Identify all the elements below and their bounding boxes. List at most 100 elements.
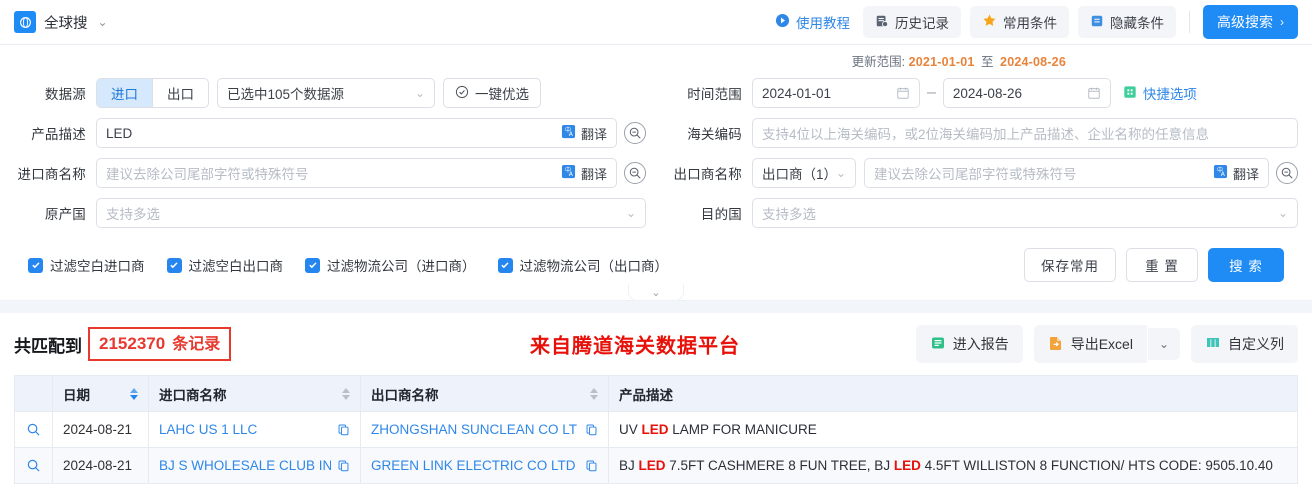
search-icon[interactable] xyxy=(16,422,52,437)
datasource-import-tab[interactable]: 进口 xyxy=(97,79,152,107)
save-preset-button[interactable]: 保存常用 xyxy=(1024,248,1116,282)
history-button[interactable]: 历史记录 xyxy=(863,6,961,38)
hidden-conditions-button[interactable]: 隐藏条件 xyxy=(1078,6,1176,38)
column-importer[interactable]: 进口商名称 xyxy=(148,375,361,412)
start-date-input[interactable]: 2024-01-01 xyxy=(752,78,920,108)
filter-blank-exporter-label: 过滤空白出口商 xyxy=(188,259,284,274)
row-search-cell[interactable] xyxy=(14,447,53,484)
datasource-select[interactable]: 已选中105个数据源 ⌄ xyxy=(217,78,435,108)
export-excel-split-button: 导出Excel ⌄ xyxy=(1033,325,1180,363)
copy-icon[interactable] xyxy=(585,423,598,436)
brand[interactable]: 全球搜 ⌄ xyxy=(14,11,108,33)
report-icon xyxy=(930,335,946,354)
match-summary: 共匹配到 2152370 条记录 xyxy=(14,327,232,361)
column-description-label: 产品描述 xyxy=(619,387,673,403)
section-divider xyxy=(0,301,1312,313)
datasource-export-tab[interactable]: 出口 xyxy=(152,79,208,107)
copy-icon[interactable] xyxy=(585,459,598,472)
product-desc-value: LED xyxy=(106,125,133,141)
filter-logistics-importer[interactable]: 过滤物流公司（进口商） xyxy=(305,255,476,275)
panel-collapse-area: ⌄ xyxy=(0,284,1312,301)
product-desc-input[interactable]: LED 中A 翻译 xyxy=(96,118,617,148)
datasource-direction-toggle[interactable]: 进口 出口 xyxy=(96,78,209,108)
sort-toggle-date[interactable] xyxy=(130,387,138,400)
importer-row: 进口商名称 建议去除公司尾部字符或特殊符号 中A 翻译 xyxy=(14,153,646,193)
copy-icon[interactable] xyxy=(337,423,350,436)
desc-mid: LAMP FOR MANICURE xyxy=(668,422,817,437)
enter-report-button[interactable]: 进入报告 xyxy=(915,325,1023,363)
sort-toggle-importer[interactable] xyxy=(342,387,350,400)
one-click-optimize-button[interactable]: 一键优选 xyxy=(443,78,541,108)
row-exporter-name[interactable]: GREEN LINK ELECTRIC CO LTD xyxy=(371,458,579,473)
results-table: 日期 进口商名称 出口商名称 产品描述 2024-08-21 LAHC US 1… xyxy=(14,375,1298,484)
zoom-out-icon[interactable] xyxy=(1276,162,1298,184)
datasource-row: 数据源 进口 出口 已选中105个数据源 ⌄ 一键优选 xyxy=(14,73,646,113)
origin-country-row: 原产国 支持多选 ⌄ xyxy=(14,193,646,233)
calendar-icon xyxy=(896,86,910,100)
column-date[interactable]: 日期 xyxy=(52,375,149,412)
row-exporter-cell[interactable]: GREEN LINK ELECTRIC CO LTD xyxy=(360,447,609,484)
copy-icon[interactable] xyxy=(337,459,350,472)
export-options-caret[interactable]: ⌄ xyxy=(1147,328,1180,360)
quick-options-button[interactable]: 快捷选项 xyxy=(1123,83,1197,103)
search-button[interactable]: 搜 索 xyxy=(1208,248,1284,282)
row-description-cell: BJ LED 7.5FT CASHMERE 8 FUN TREE, BJ LED… xyxy=(608,447,1298,484)
filter-blank-exporter[interactable]: 过滤空白出口商 xyxy=(166,255,284,275)
chevron-down-icon: ⌄ xyxy=(414,86,425,100)
row-description-cell: UV LED LAMP FOR MANICURE xyxy=(608,411,1298,448)
table-row[interactable]: 2024-08-21 BJ S WHOLESALE CLUB INC GREEN… xyxy=(14,447,1298,484)
search-panel: 更新范围: 2021-01-01 至 2024-08-26 数据源 进口 出口 … xyxy=(0,45,1312,285)
tutorial-label: 使用教程 xyxy=(796,16,850,31)
tutorial-link[interactable]: 使用教程 xyxy=(771,7,854,37)
toolbar-divider xyxy=(1189,11,1190,33)
export-excel-button[interactable]: 导出Excel xyxy=(1033,325,1147,363)
play-circle-icon xyxy=(775,13,790,31)
chevron-down-icon: ⌄ xyxy=(651,286,661,299)
datasource-label: 数据源 xyxy=(44,87,86,102)
row-search-cell[interactable] xyxy=(14,411,53,448)
filter-blank-importer[interactable]: 过滤空白进口商 xyxy=(28,255,145,275)
advanced-search-button[interactable]: 高级搜索 › xyxy=(1203,5,1298,39)
sort-toggle-exporter[interactable] xyxy=(590,387,598,400)
row-importer-cell[interactable]: BJ S WHOLESALE CLUB INC xyxy=(148,447,361,484)
origin-country-placeholder: 支持多选 xyxy=(106,207,160,222)
hs-code-input[interactable]: 支持4位以上海关编码，或2位海关编码加上产品描述、企业名称的任意信息 xyxy=(752,118,1298,148)
row-importer-cell[interactable]: LAHC US 1 LLC xyxy=(148,411,361,448)
desc-keyword: LED xyxy=(641,422,669,437)
zoom-out-icon[interactable] xyxy=(624,122,646,144)
row-importer-name[interactable]: BJ S WHOLESALE CLUB INC xyxy=(159,458,331,473)
product-desc-translate-button[interactable]: 中A 翻译 xyxy=(553,124,607,143)
update-range-separator: 至 xyxy=(981,55,994,69)
importer-translate-button[interactable]: 中A 翻译 xyxy=(553,164,607,183)
table-head: 日期 进口商名称 出口商名称 产品描述 xyxy=(14,375,1298,412)
row-importer-name[interactable]: LAHC US 1 LLC xyxy=(159,422,331,437)
zoom-out-icon[interactable] xyxy=(624,162,646,184)
watermark-text: 来自腾道海关数据平台 xyxy=(530,333,740,358)
trade-search-page: 全球搜 ⌄ 使用教程 历史记录 常用条件 隐藏条件 高级搜索 › 更新范围: 2… xyxy=(0,0,1312,503)
custom-columns-button[interactable]: 自定义列 xyxy=(1191,325,1298,363)
origin-country-label: 原产国 xyxy=(44,207,86,222)
dest-country-select[interactable]: 支持多选 ⌄ xyxy=(752,198,1298,228)
filter-logistics-exporter[interactable]: 过滤物流公司（出口商） xyxy=(497,255,668,275)
table-row[interactable]: 2024-08-21 LAHC US 1 LLC ZHONGSHAN SUNCL… xyxy=(14,411,1298,448)
results-table-wrap: 日期 进口商名称 出口商名称 产品描述 2024-08-21 LAHC US 1… xyxy=(0,375,1312,484)
row-exporter-cell[interactable]: ZHONGSHAN SUNCLEAN CO LT xyxy=(360,411,609,448)
column-exporter[interactable]: 出口商名称 xyxy=(360,375,609,412)
exporter-input[interactable]: 建议去除公司尾部字符或特殊符号 中A 翻译 xyxy=(864,158,1269,188)
exporter-translate-button[interactable]: 中A 翻译 xyxy=(1205,164,1259,183)
exporter-placeholder: 建议去除公司尾部字符或特殊符号 xyxy=(874,167,1077,182)
collapse-panel-button[interactable]: ⌄ xyxy=(628,284,684,301)
desc-pre: UV xyxy=(619,422,642,437)
end-date-input[interactable]: 2024-08-26 xyxy=(942,78,1111,108)
collapse-panel-icon xyxy=(1090,14,1104,31)
product-desc-translate-label: 翻译 xyxy=(580,126,607,142)
importer-input[interactable]: 建议去除公司尾部字符或特殊符号 中A 翻译 xyxy=(96,158,617,188)
search-icon[interactable] xyxy=(16,458,52,473)
hs-code-label: 海关编码 xyxy=(687,127,742,142)
origin-country-select[interactable]: 支持多选 ⌄ xyxy=(96,198,646,228)
exporter-type-select[interactable]: 出口商（1） ⌄ xyxy=(752,158,856,188)
reset-button[interactable]: 重 置 xyxy=(1126,248,1198,282)
favorites-button[interactable]: 常用条件 xyxy=(970,6,1069,38)
chevron-down-icon[interactable]: ⌄ xyxy=(98,15,108,29)
row-exporter-name[interactable]: ZHONGSHAN SUNCLEAN CO LT xyxy=(371,422,579,437)
